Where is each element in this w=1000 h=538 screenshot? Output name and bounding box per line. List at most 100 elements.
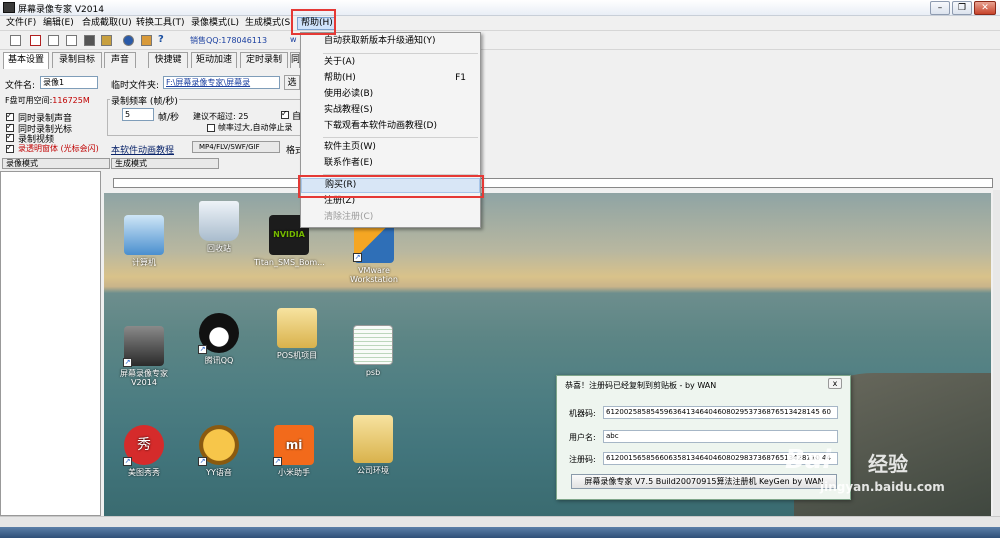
menu-bar: 文件(F) 编辑(E) 合成截取(U) 转换工具(T) 录像模式(L) 生成模式…	[0, 16, 1000, 31]
keygen-button[interactable]: 屏幕录像专家 V7.5 Build20070915算法注册机 KeyGen by…	[571, 474, 837, 489]
tab-scheduled[interactable]: 定时录制	[240, 52, 288, 68]
close-button[interactable]: ✕	[974, 1, 996, 15]
reg-code-label: 注册码:	[569, 455, 596, 464]
tempdir-select-button[interactable]: 选	[284, 75, 300, 90]
desktop-icon-label: 美图秀秀	[128, 468, 160, 477]
tutorial-link[interactable]: 本软件动画教程	[111, 143, 174, 156]
menu-item-homepage[interactable]: 软件主页(W)	[301, 140, 480, 155]
globe-icon[interactable]	[123, 35, 134, 46]
machine-code-field[interactable]: 6120025858545963641346404608029537368765…	[603, 406, 838, 419]
record-cursor-checkbox[interactable]	[6, 122, 14, 132]
shortcut-arrow-icon: ↗	[198, 345, 207, 354]
formats-button[interactable]: MP4/FLV/SWF/GIF	[192, 141, 280, 153]
desktop-icon-label: psb	[365, 368, 381, 377]
filename-input[interactable]: 录像1	[40, 76, 98, 89]
progress-bar	[113, 178, 993, 188]
tab-accelerate[interactable]: 矩动加速	[191, 52, 237, 68]
toolbar: ? 销售QQ:178046113 w	[0, 32, 1000, 50]
tab-sound[interactable]: 声音	[104, 52, 136, 68]
frame-limit-checkbox[interactable]	[207, 124, 215, 132]
desktop-icon-label: 回收站	[207, 244, 231, 253]
record-video-checkbox[interactable]	[6, 132, 14, 142]
menu-file[interactable]: 文件(F)	[3, 17, 39, 30]
record-mode-header[interactable]: 录像模式	[2, 158, 110, 169]
fps-input[interactable]: 5	[122, 108, 154, 121]
dialog-close-button[interactable]: x	[828, 378, 842, 389]
camera-icon[interactable]	[84, 35, 95, 46]
desktop-icon-label: 腾讯QQ	[204, 356, 234, 365]
desktop-icon-qq[interactable]: ↗ 腾讯QQ	[184, 313, 254, 365]
menu-separator	[323, 137, 478, 138]
keygen-dialog: 恭喜！注册码已经复制到剪贴板 - by WAN x 机器码: 612002585…	[556, 375, 851, 500]
menu-item-help[interactable]: 帮助(H) F1	[301, 71, 480, 86]
desktop-icon-label: 计算机	[132, 258, 156, 267]
new-file-icon[interactable]	[10, 35, 21, 46]
annotation-highlight-help	[291, 9, 336, 35]
folder-icon	[277, 308, 317, 348]
tab-record-target[interactable]: 录制目标	[52, 52, 102, 68]
shortcut-arrow-icon: ↗	[353, 253, 362, 262]
pencil-icon[interactable]	[101, 35, 112, 46]
desktop-icon-label: YY语音	[206, 468, 232, 477]
menu-record-mode[interactable]: 录像模式(L)	[188, 17, 242, 30]
record-icon[interactable]	[30, 35, 41, 46]
desktop-icon-company[interactable]: 公司环境	[338, 415, 408, 475]
file-list-pane[interactable]	[0, 171, 101, 516]
menu-item-tutorial[interactable]: 实战教程(S)	[301, 103, 480, 118]
tab-sync[interactable]: 同步	[290, 52, 300, 68]
desktop-icon-recycle[interactable]: 回收站	[184, 201, 254, 253]
record-transparent-checkbox[interactable]	[6, 143, 14, 153]
menu-compose[interactable]: 合成截取(U)	[79, 17, 135, 30]
menu-item-contact[interactable]: 联系作者(E)	[301, 156, 480, 171]
vertical-scrollbar[interactable]	[993, 190, 1000, 516]
shortcut-arrow-icon: ↗	[198, 457, 207, 466]
machine-code-label: 机器码:	[569, 409, 596, 418]
buy-icon[interactable]	[141, 35, 152, 46]
menu-separator	[323, 53, 478, 54]
username-field[interactable]: abc	[603, 430, 838, 443]
desktop-icon-yy[interactable]: ↗ YY语音	[184, 425, 254, 477]
desktop-icon-recorder[interactable]: ↗ 屏幕录像专家 V2014	[109, 326, 179, 387]
record-sound-checkbox[interactable]	[6, 111, 14, 121]
spreadsheet-icon	[353, 325, 393, 365]
menu-convert[interactable]: 转换工具(T)	[133, 17, 188, 30]
stop-icon[interactable]	[66, 35, 77, 46]
desktop-icon-mi[interactable]: mi ↗ 小米助手	[259, 425, 329, 477]
menu-generate-mode[interactable]: 生成模式(S)	[242, 17, 297, 30]
menu-item-download-tutorial[interactable]: 下载观看本软件动画教程(D)	[301, 119, 480, 134]
help-question-icon[interactable]: ?	[158, 34, 164, 45]
tab-basic[interactable]: 基本设置	[3, 52, 49, 69]
frame-limit-label: 帧率过大,自动停止录	[218, 123, 293, 132]
shortcut-arrow-icon: ↗	[273, 457, 282, 466]
desktop-icon-label: 公司环境	[357, 466, 389, 475]
generate-mode-header[interactable]: 生成模式	[111, 158, 219, 169]
taskbar	[0, 527, 1000, 538]
minimize-button[interactable]: –	[930, 1, 950, 15]
menu-item-clear-registration[interactable]: 清除注册(C)	[301, 210, 480, 225]
horizontal-scrollbar[interactable]	[0, 516, 1000, 527]
desktop-icon-vmware[interactable]: ↗ VMware Workstation	[339, 223, 409, 284]
menu-item-label: 下载观看本软件动画教程(D)	[324, 121, 437, 131]
menu-item-about[interactable]: 关于(A)	[301, 55, 480, 70]
desktop-icon-computer[interactable]: 计算机	[109, 215, 179, 267]
tab-hotkeys[interactable]: 快捷键	[148, 52, 188, 68]
auto-checkbox[interactable]	[281, 109, 289, 119]
tempdir-input[interactable]: F:\屏幕录像专家\屏幕录	[163, 76, 280, 89]
fps-group-label: 录制频率 (帧/秒)	[110, 94, 179, 107]
window-title: 屏幕录像专家 V2014	[18, 5, 104, 15]
menu-edit[interactable]: 编辑(E)	[40, 17, 77, 30]
desktop-icon-meitu[interactable]: 秀 ↗ 美图秀秀	[109, 425, 179, 477]
formats-label: 格式支	[286, 146, 300, 156]
desktop-icon-psb[interactable]: psb	[338, 325, 408, 377]
app-icon	[3, 2, 15, 13]
pause-icon[interactable]	[48, 35, 59, 46]
menu-item-must-read[interactable]: 使用必读(B)	[301, 87, 480, 102]
recycle-bin-icon	[199, 201, 239, 241]
fps-suggest: 建议不超过: 25	[193, 112, 249, 121]
desktop-icon-label: VMware Workstation	[350, 266, 398, 284]
desktop-icon-pos[interactable]: POS机项目	[262, 308, 332, 360]
maximize-button[interactable]: ❐	[952, 1, 972, 15]
desktop-icon-label: 小米助手	[278, 468, 310, 477]
jingyan-watermark: 经验	[868, 452, 908, 476]
menu-item-auto-update[interactable]: 自动获取新版本升级通知(Y)	[301, 34, 480, 49]
